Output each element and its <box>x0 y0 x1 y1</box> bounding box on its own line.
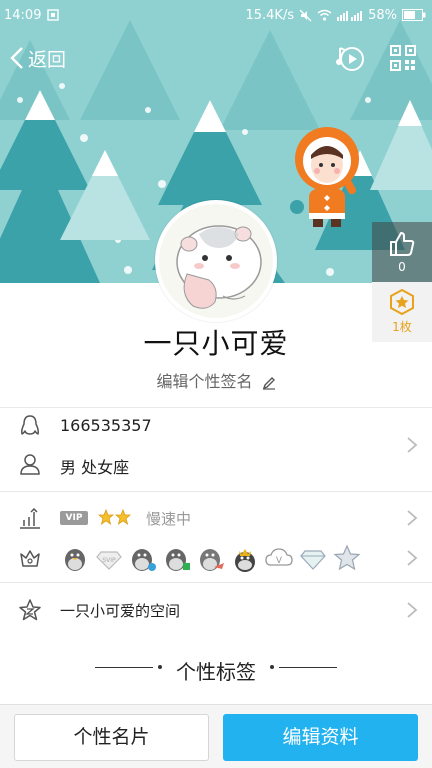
profile-card-button[interactable]: 个性名片 <box>14 714 209 761</box>
hamster-avatar-illustration <box>159 204 273 318</box>
nav-bar: 返回 <box>0 38 432 78</box>
penguin-badge-icon <box>132 549 156 571</box>
growth-chart-icon <box>20 507 40 529</box>
bottom-action-bar: 个性名片 编辑资料 <box>0 704 432 768</box>
divider <box>0 491 432 492</box>
crowned-penguin-badge-icon <box>235 549 255 572</box>
gender-zodiac: 男 处女座 <box>60 458 130 477</box>
network-speed: 15.4K/s <box>245 7 295 23</box>
chevron-right-icon <box>407 510 418 526</box>
chevron-left-icon <box>10 47 23 69</box>
svg-text:V: V <box>276 556 283 566</box>
penguin-badge-icon <box>200 549 224 571</box>
like-count: 0 <box>398 259 406 274</box>
like-button[interactable]: 0 <box>372 222 432 282</box>
status-bar: 14:09 15.4K/s 58% <box>0 0 432 30</box>
nickname: 一只小可爱 <box>143 327 289 360</box>
divider <box>0 582 432 583</box>
signal-icon <box>337 11 363 21</box>
signature-text: 编辑个性签名 <box>156 372 253 391</box>
thumbs-up-icon <box>390 231 415 256</box>
signature-edit[interactable]: 编辑个性签名 <box>0 368 432 392</box>
wifi-icon <box>317 9 332 21</box>
battery-charging-icon <box>402 9 426 21</box>
diamond-badge-icon: SVIP <box>96 551 122 570</box>
tag-section-title: 个性标签 <box>176 660 256 684</box>
diamond-badge-icon <box>300 550 326 570</box>
qr-code-icon[interactable] <box>390 45 416 71</box>
chevron-right-icon <box>407 602 418 618</box>
avatar[interactable] <box>155 200 277 322</box>
chevron-right-icon <box>407 550 418 566</box>
penguin-icon <box>21 415 39 435</box>
star-icon <box>98 509 114 525</box>
mute-icon <box>299 9 312 21</box>
music-icon[interactable] <box>336 44 366 72</box>
edit-profile-button[interactable]: 编辑资料 <box>223 714 418 761</box>
qq-penguin-badge-icon <box>65 549 85 571</box>
tag-title-dot-right <box>270 665 274 669</box>
screenshot-notification-icon <box>47 9 60 21</box>
penguin-badge-icon <box>166 549 190 571</box>
qzone-label: 一只小可爱的空间 <box>60 602 181 620</box>
star-icon <box>115 509 131 525</box>
back-button[interactable]: 返回 <box>10 45 66 72</box>
battery-percent: 58% <box>368 7 397 23</box>
tag-title-line-right <box>279 667 337 668</box>
badges-row[interactable]: SVIP V <box>0 540 432 576</box>
status-time: 14:09 <box>4 7 42 23</box>
vip-level-stars <box>98 509 131 525</box>
vip-status: 慢速中 <box>146 510 192 528</box>
qq-number: 166535357 <box>60 416 152 435</box>
vip-tag: VIP <box>60 511 88 525</box>
person-icon <box>20 454 40 475</box>
crown-icon <box>20 550 40 567</box>
badge-list: SVIP V <box>60 543 362 573</box>
medal-icon <box>390 289 414 315</box>
cloud-v-badge-icon: V <box>265 548 293 566</box>
basic-info-row[interactable]: 166535357 男 处女座 <box>0 408 432 490</box>
star-badge-icon <box>333 544 361 571</box>
back-label: 返回 <box>28 48 67 71</box>
vip-row[interactable]: VIP 慢速中 <box>0 502 432 534</box>
qzone-row[interactable]: 一只小可爱的空间 <box>0 592 432 628</box>
chevron-right-icon <box>407 437 418 453</box>
svg-text:SVIP: SVIP <box>102 557 116 564</box>
qzone-star-icon <box>19 599 41 621</box>
pencil-icon <box>262 376 275 390</box>
